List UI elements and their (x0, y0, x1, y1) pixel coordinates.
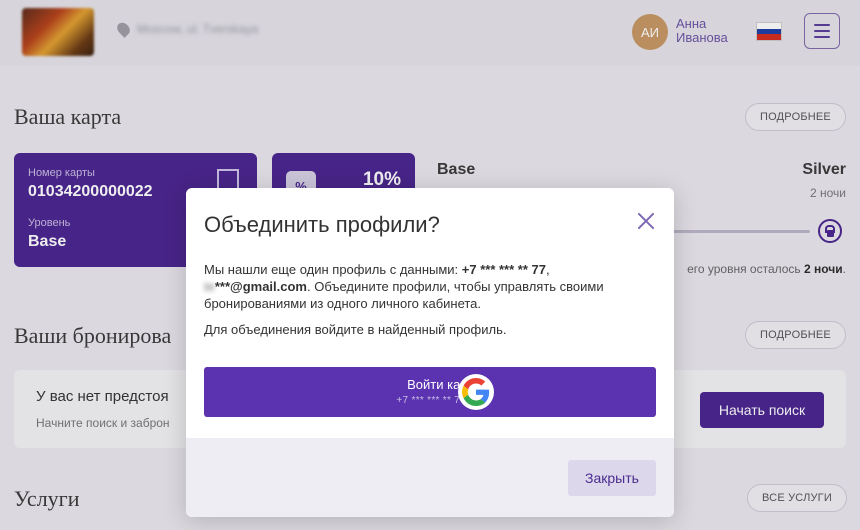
modal-description: Мы нашли еще один профиль с данными: +7 … (204, 261, 634, 312)
description-comma: , (545, 262, 550, 277)
google-login-button[interactable]: Войти как +7 *** *** ** 77 (204, 367, 656, 417)
google-g-svg (462, 378, 490, 406)
masked-phone: +7 *** *** ** 77 (461, 262, 546, 277)
masked-email: ***@gmail.com (214, 279, 307, 294)
google-login-phone: +7 *** *** ** 77 (396, 395, 466, 406)
merge-profiles-dialog: Объединить профили? Мы нашли еще один пр… (186, 188, 674, 517)
close-button[interactable]: Закрыть (568, 460, 656, 496)
modal-footer: Закрыть (186, 438, 674, 517)
modal-title: Объединить профили? (204, 212, 440, 237)
google-login-label: Войти как (407, 377, 466, 392)
google-icon (458, 374, 494, 410)
modal-hint: Для объединения войдите в найденный проф… (204, 322, 507, 337)
close-icon[interactable] (635, 210, 657, 232)
description-prefix: Мы нашли еще один профиль с данными: (204, 262, 462, 277)
email-hidden-part: te (204, 279, 215, 294)
